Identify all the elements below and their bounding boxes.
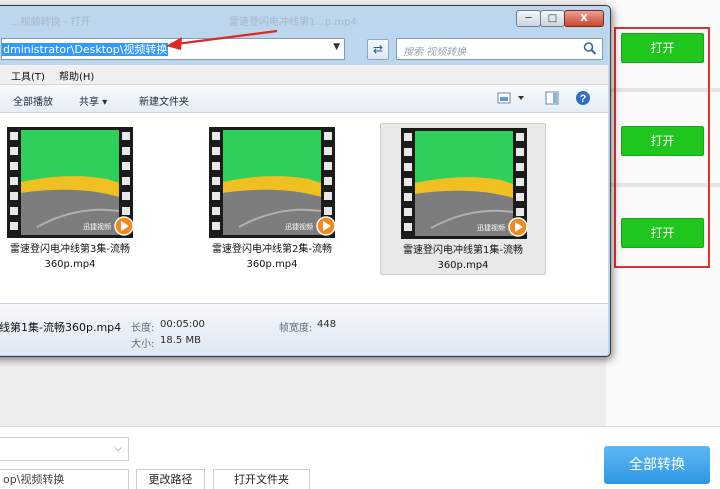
- menu-bar: 工具(T) 帮助(H): [0, 65, 608, 85]
- thumbnail-watermark: 迅捷视频: [83, 222, 111, 231]
- file-name-line2: 360p.mp4: [44, 259, 96, 270]
- file-name-line2: 360p.mp4: [437, 260, 489, 271]
- frame-width-label: 帧宽度:: [279, 323, 313, 334]
- refresh-icon[interactable]: ⇄: [367, 39, 389, 60]
- menu-tools[interactable]: 工具(T): [11, 68, 45, 83]
- change-path-button[interactable]: 更改路径: [136, 469, 205, 489]
- video-thumbnail: 迅捷视频: [209, 127, 335, 238]
- search-input[interactable]: 搜索 视频转换: [396, 38, 603, 60]
- video-thumbnail: 迅捷视频: [7, 127, 133, 238]
- file-item-selected[interactable]: 迅捷视频 雷速登闪电冲线第1集-流畅 360p.mp4: [380, 123, 546, 275]
- preview-pane-icon[interactable]: [545, 91, 559, 108]
- file-name-line1: 雷速登闪电冲线第1集-流畅: [403, 245, 523, 256]
- search-placeholder: 搜索 视频转换: [403, 47, 467, 58]
- toolbar: 全部播放 共享 ▾ 新建文件夹 ?: [0, 85, 608, 113]
- video-thumbnail: 迅捷视频: [401, 128, 527, 239]
- file-name: 雷速登闪电冲线第2集-流畅 360p.mp4: [189, 242, 355, 272]
- svg-text:?: ?: [580, 93, 587, 105]
- play-all-button[interactable]: 全部播放: [13, 93, 53, 108]
- menu-help[interactable]: 帮助(H): [59, 68, 94, 83]
- file-name: 雷速登闪电冲线第1集-流畅 360p.mp4: [381, 243, 545, 273]
- chevron-down-icon: ▾: [102, 97, 108, 108]
- close-button[interactable]: X: [564, 10, 604, 27]
- file-view: 迅捷视频 雷速登闪电冲线第3集-流畅 360p.mp4 迅捷视频 雷速登闪电冲线…: [0, 113, 608, 303]
- file-name-line1: 雷速登闪电冲线第2集-流畅: [212, 244, 332, 255]
- chevron-down-icon: ⌵: [114, 443, 122, 454]
- help-icon[interactable]: ?: [575, 90, 591, 109]
- open-file-dialog: ...视频转换 - 打开 雷速登闪电冲线第1...p.mp4 ─ □ X dmi…: [0, 5, 611, 357]
- chevron-down-icon[interactable]: ▼: [333, 42, 340, 52]
- size-label: 大小:: [131, 339, 155, 350]
- open-button-1[interactable]: 打开: [621, 33, 704, 63]
- thumbnail-watermark: 迅捷视频: [285, 222, 313, 231]
- new-folder-button[interactable]: 新建文件夹: [139, 93, 189, 108]
- file-name-line1: 雷速登闪电冲线第3集-流畅: [10, 244, 130, 255]
- length-value: 00:05:00: [160, 319, 205, 330]
- file-name: 雷速登闪电冲线第3集-流畅 360p.mp4: [0, 242, 153, 272]
- detail-filename: 线第1集-流畅360p.mp4: [0, 321, 122, 334]
- length-label: 长度:: [131, 323, 155, 334]
- open-button-3[interactable]: 打开: [621, 218, 704, 248]
- share-button[interactable]: 共享 ▾: [79, 93, 107, 108]
- open-button-2[interactable]: 打开: [621, 126, 704, 156]
- address-path: dministrator\Desktop\视频转换: [2, 43, 169, 56]
- size-value: 18.5 MB: [160, 335, 201, 346]
- details-pane: 线第1集-流畅360p.mp4 长度: 00:05:00 大小: 18.5 MB…: [0, 303, 608, 355]
- output-path-input[interactable]: op\视频转换: [0, 469, 129, 489]
- file-item[interactable]: 迅捷视频 雷速登闪电冲线第3集-流畅 360p.mp4: [0, 123, 153, 275]
- minimize-button[interactable]: ─: [516, 10, 541, 27]
- dialog-title: ...视频转换 - 打开: [11, 17, 91, 28]
- file-item[interactable]: 迅捷视频 雷速登闪电冲线第2集-流畅 360p.mp4: [189, 123, 355, 275]
- thumbnail-watermark: 迅捷视频: [477, 223, 505, 232]
- share-label: 共享: [79, 97, 99, 108]
- file-name-line2: 360p.mp4: [246, 259, 298, 270]
- output-format-select[interactable]: ⌵: [0, 437, 129, 461]
- search-icon[interactable]: [582, 40, 598, 61]
- convert-all-button[interactable]: 全部转换: [604, 446, 710, 484]
- frame-width-value: 448: [317, 319, 337, 330]
- view-options-icon[interactable]: [497, 91, 527, 108]
- annotation-arrow-icon: [166, 29, 278, 50]
- maximize-button[interactable]: □: [540, 10, 565, 27]
- open-folder-button[interactable]: 打开文件夹: [213, 469, 310, 489]
